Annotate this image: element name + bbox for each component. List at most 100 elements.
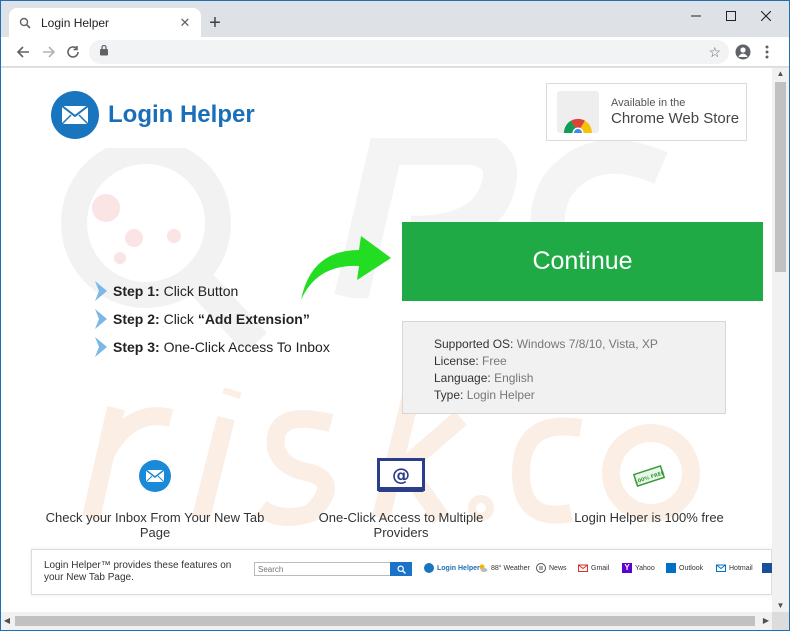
license-label: License: <box>434 354 479 368</box>
window-close-icon[interactable] <box>751 5 781 27</box>
outlook-icon <box>666 563 676 573</box>
step-text: One-Click Access To Inbox <box>159 339 330 355</box>
os-label: Supported OS: <box>434 337 514 351</box>
news-icon <box>536 563 546 573</box>
tab-title: Login Helper <box>41 15 110 30</box>
tab-login-helper[interactable]: Login Helper ✕ <box>9 8 201 37</box>
new-tab-button[interactable]: + <box>205 13 225 33</box>
hotmail-icon <box>716 563 726 573</box>
weather-icon <box>478 563 488 573</box>
horizontal-scroll-thumb[interactable] <box>15 616 755 626</box>
preview-link-label: News <box>549 564 567 572</box>
reload-icon[interactable] <box>63 42 83 62</box>
profile-avatar-icon[interactable] <box>733 42 753 62</box>
envelope-icon <box>424 563 434 573</box>
vertical-scrollbar[interactable]: ▲ ▼ <box>772 68 789 612</box>
preview-link-label: Hotmail <box>729 564 753 572</box>
address-bar[interactable]: ☆ <box>89 40 729 64</box>
continue-button[interactable]: Continue <box>402 222 763 301</box>
envelope-circle-icon <box>31 456 279 496</box>
horizontal-scrollbar[interactable]: ◀ ▶ <box>1 612 772 630</box>
at-sign-monitor-icon: @ <box>291 456 511 496</box>
feature-label: One-Click Access to Multiple Providers <box>318 510 484 540</box>
preview-link-label: Login Helper <box>437 564 480 572</box>
chrome-web-store-badge[interactable]: Available in the Chrome Web Store <box>546 83 747 141</box>
preview-link-more[interactable] <box>762 563 772 573</box>
os-value: Windows 7/8/10, Vista, XP <box>513 337 658 351</box>
scroll-up-icon[interactable]: ▲ <box>772 68 789 80</box>
back-icon[interactable] <box>13 42 33 62</box>
feature-free: 100% FREE Login Helper is 100% free <box>561 456 737 525</box>
brand-logo[interactable]: Login Helper <box>51 91 255 139</box>
info-box: Supported OS: Windows 7/8/10, Vista, XP … <box>402 321 726 414</box>
preview-link-gmail[interactable]: Gmail <box>578 563 609 573</box>
preview-description: Login Helper™ provides these features on… <box>44 560 232 583</box>
lock-icon <box>99 43 109 61</box>
preview-link-hotmail[interactable]: Hotmail <box>716 563 753 573</box>
step-bold-text: “Add Extension” <box>197 311 310 327</box>
preview-link-outlook[interactable]: Outlook <box>666 563 703 573</box>
feature-label: Check your Inbox From Your New Tab Page <box>45 510 265 540</box>
chevron-right-icon <box>95 281 107 301</box>
preview-search-input[interactable] <box>255 563 385 575</box>
envelope-icon <box>51 91 99 139</box>
chrome-web-store-icon <box>557 91 599 133</box>
preview-link-brand[interactable]: Login Helper <box>424 563 480 573</box>
preview-search-button[interactable] <box>390 562 412 576</box>
minimize-icon[interactable] <box>681 5 711 27</box>
page-content: Login Helper Available in the Chrome Web… <box>1 68 772 612</box>
scroll-right-icon[interactable]: ▶ <box>760 612 772 630</box>
vertical-scroll-thumb[interactable] <box>775 82 786 272</box>
gmail-icon <box>578 563 588 573</box>
browser-toolbar: ☆ <box>1 37 789 67</box>
license-value: Free <box>478 354 507 368</box>
url-input[interactable] <box>115 42 729 62</box>
preview-link-weather[interactable]: 88° Weather <box>478 563 530 573</box>
scroll-left-icon[interactable]: ◀ <box>1 612 13 630</box>
step-prefix: Step 3: <box>113 339 160 355</box>
step-prefix: Step 1: <box>113 283 160 299</box>
menu-kebab-icon[interactable] <box>757 42 777 62</box>
scroll-down-icon[interactable]: ▼ <box>772 600 789 612</box>
bookmark-star-icon[interactable]: ☆ <box>708 44 721 61</box>
type-label: Type: <box>434 388 464 402</box>
step-prefix: Step 2: <box>113 311 160 327</box>
language-label: Language: <box>434 371 491 385</box>
forward-icon[interactable] <box>39 42 59 62</box>
chevron-right-icon <box>95 337 107 357</box>
free-stamp-icon: 100% FREE <box>561 456 737 496</box>
preview-search-box[interactable] <box>254 562 409 576</box>
search-icon <box>397 565 406 574</box>
feature-inbox: Check your Inbox From Your New Tab Page <box>31 456 279 540</box>
preview-link-label: 88° Weather <box>491 564 530 572</box>
step-item: Step 3: One-Click Access To Inbox <box>95 333 330 361</box>
new-tab-preview: Login Helper™ provides these features on… <box>31 549 772 595</box>
tab-strip: Login Helper ✕ + <box>1 1 789 37</box>
search-icon <box>17 15 33 31</box>
steps-list: Step 1: Click Button Step 2: Click “Add … <box>95 277 330 361</box>
step-item: Step 2: Click “Add Extension” <box>95 305 330 333</box>
yahoo-icon: Y <box>622 563 632 573</box>
app-icon <box>762 563 772 573</box>
preview-link-label: Outlook <box>679 564 704 572</box>
tab-close-icon[interactable]: ✕ <box>177 15 193 31</box>
feature-providers: @ One-Click Access to Multiple Providers <box>291 456 511 540</box>
step-text: Click Button <box>159 283 239 299</box>
store-badge-line1: Available in the <box>611 97 686 109</box>
maximize-icon[interactable] <box>716 5 746 27</box>
step-text: Click <box>159 311 198 327</box>
svg-text:@: @ <box>392 465 410 486</box>
brand-name: Login Helper <box>108 101 255 128</box>
preview-link-news[interactable]: News <box>536 563 567 573</box>
store-badge-line2: Chrome Web Store <box>611 110 740 127</box>
preview-link-yahoo[interactable]: Y Yahoo <box>622 563 655 573</box>
preview-link-label: Yahoo <box>635 564 655 572</box>
type-value: Login Helper <box>463 388 535 402</box>
language-value: English <box>490 371 534 385</box>
preview-link-label: Gmail <box>591 564 610 572</box>
feature-label: Login Helper is 100% free <box>574 510 724 525</box>
scrollbar-corner <box>772 612 789 630</box>
browser-window: Login Helper ✕ + ☆ Login Helper Availabl… <box>0 0 790 631</box>
chevron-right-icon <box>95 309 107 329</box>
step-item: Step 1: Click Button <box>95 277 330 305</box>
